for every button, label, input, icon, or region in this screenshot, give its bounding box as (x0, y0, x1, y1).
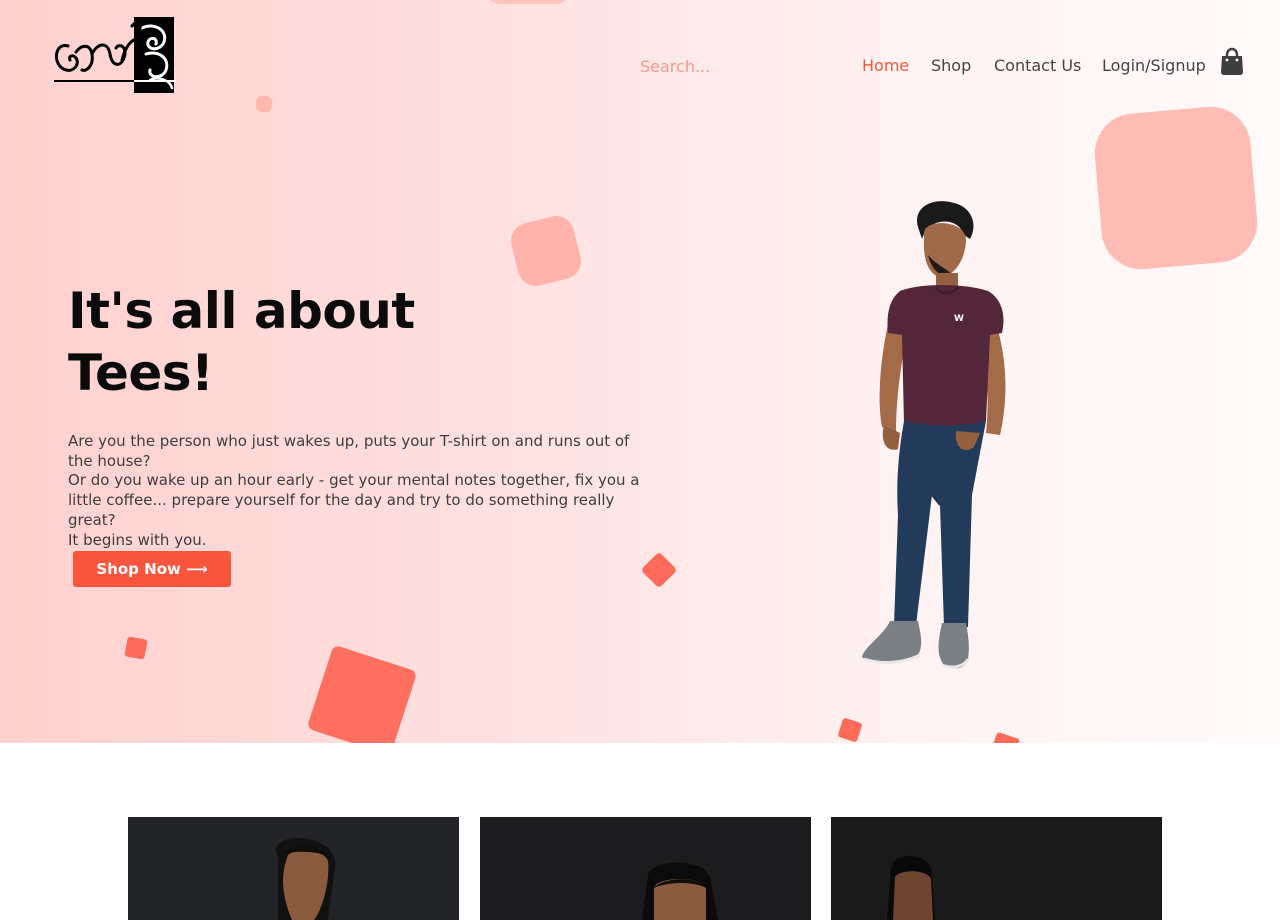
product-card[interactable] (128, 817, 459, 920)
decorative-shape (507, 212, 585, 290)
svg-text:W: W (954, 314, 964, 324)
logo-graphic (54, 17, 176, 93)
search-input[interactable] (640, 54, 830, 78)
nav-login-signup[interactable]: Login/Signup (1102, 56, 1206, 75)
product-card[interactable] (831, 817, 1162, 920)
hero-description: Are you the person who just wakes up, pu… (68, 432, 658, 550)
hero-title: It's all about Tees! (68, 280, 428, 404)
nav-shop[interactable]: Shop (931, 56, 971, 75)
decorative-shape (254, 94, 274, 114)
product-card[interactable] (480, 817, 811, 920)
hero-title-line: It's all about (68, 282, 415, 340)
product-image (831, 817, 1162, 920)
hero-section: Home Shop Contact Us Login/Signup It's a… (0, 0, 1280, 743)
brand-logo[interactable] (46, 14, 178, 96)
decorative-shape (488, 0, 568, 4)
hero-title-line: Tees! (68, 344, 214, 402)
hero-description-line: It begins with you. (68, 530, 207, 549)
decorative-shape (989, 731, 1021, 743)
nav-contact-us[interactable]: Contact Us (994, 56, 1081, 75)
shopping-bag-icon[interactable] (1219, 47, 1245, 77)
hero-model-image: W (840, 195, 1040, 680)
nav-home[interactable]: Home (862, 56, 909, 75)
hero-description-line: Or do you wake up an hour early - get yo… (68, 471, 640, 529)
shop-now-button[interactable]: Shop Now ⟶ (73, 551, 231, 587)
decorative-shape (837, 717, 863, 743)
decorative-shape (1091, 103, 1261, 273)
decorative-shape (640, 551, 678, 589)
product-image (128, 817, 459, 920)
decorative-shape (124, 636, 148, 660)
product-image (480, 817, 811, 920)
hero-description-line: Are you the person who just wakes up, pu… (68, 432, 630, 470)
decorative-shape (306, 644, 418, 743)
